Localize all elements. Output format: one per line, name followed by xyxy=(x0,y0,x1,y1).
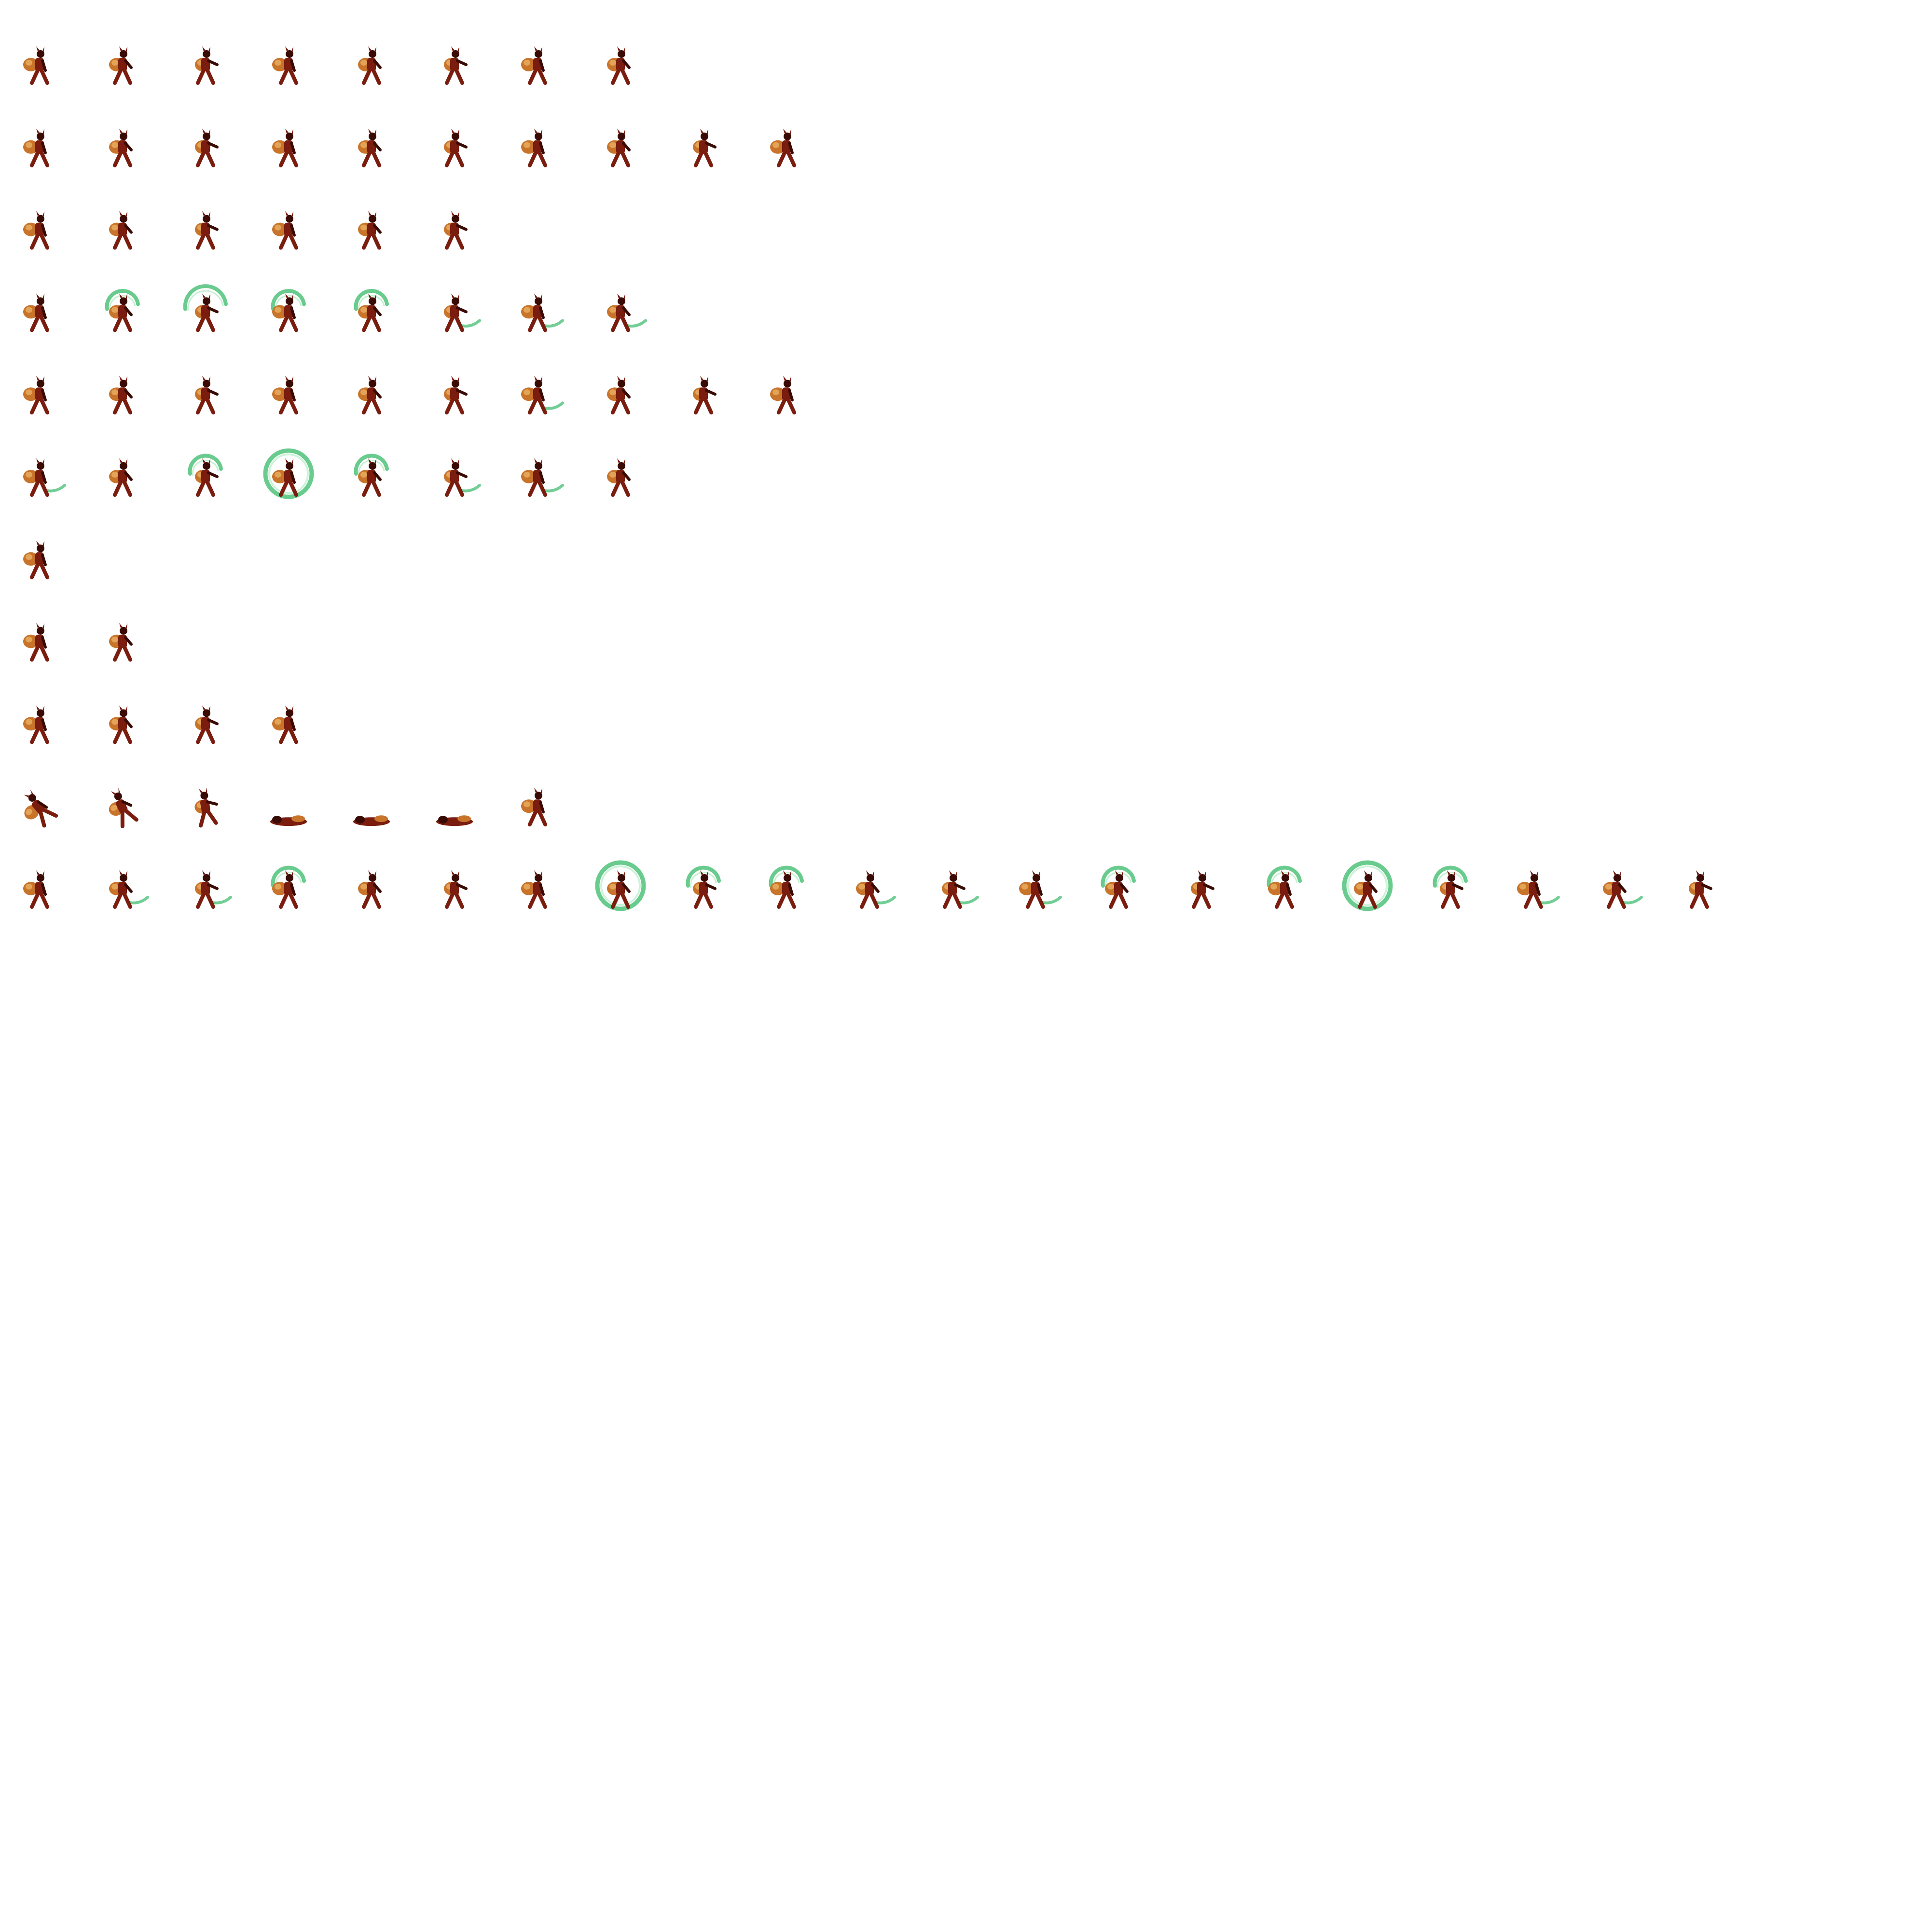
sprite-frame xyxy=(354,289,389,332)
sprite-row-air-attack xyxy=(23,284,647,332)
sprite-frame xyxy=(521,293,564,332)
sprite-frame xyxy=(109,787,138,828)
sprite-frame xyxy=(693,376,717,415)
sprite-canvas xyxy=(23,46,1712,911)
sprite-frame xyxy=(23,128,49,167)
sprite-frame xyxy=(693,128,717,167)
sprite-frame xyxy=(444,458,481,497)
sprite-frame xyxy=(607,293,647,332)
sprite-frame xyxy=(358,211,382,250)
sprite-row-stagger xyxy=(23,623,133,662)
sprite-frame xyxy=(521,870,547,909)
sprite-frame xyxy=(444,46,468,85)
sprite-frame xyxy=(263,448,314,499)
sprite-frame xyxy=(109,705,133,744)
sprite-frame xyxy=(23,376,49,415)
sprite-frame xyxy=(272,46,298,85)
sprite-sheet xyxy=(0,0,1930,1930)
sprite-frame xyxy=(607,458,631,497)
sprite-frame xyxy=(607,128,631,167)
sprite-frame xyxy=(23,540,49,579)
sprite-frame xyxy=(358,376,382,415)
sprite-frame xyxy=(271,289,306,332)
sprite-frame xyxy=(195,211,219,250)
sprite-frame xyxy=(353,815,390,826)
sprite-frame xyxy=(109,376,133,415)
sprite-frame xyxy=(24,789,58,828)
sprite-frame xyxy=(521,376,564,415)
sprite-frame xyxy=(194,787,218,828)
sprite-frame xyxy=(856,870,896,909)
sprite-frame xyxy=(109,128,133,167)
sprite-frame xyxy=(109,211,133,250)
sprite-row-run xyxy=(23,128,796,167)
sprite-frame xyxy=(23,705,49,744)
sprite-frame xyxy=(195,128,219,167)
sprite-frame xyxy=(436,815,473,826)
sprite-frame xyxy=(272,376,298,415)
sprite-frame xyxy=(607,46,631,85)
sprite-frame xyxy=(1101,865,1136,909)
sprite-frame xyxy=(23,293,49,332)
sprite-frame xyxy=(195,376,219,415)
sprite-frame xyxy=(1689,870,1712,909)
sprite-frame xyxy=(1267,865,1302,909)
sprite-frame xyxy=(444,128,468,167)
sprite-row-guard-turn xyxy=(23,376,796,415)
sprite-frame xyxy=(521,458,564,497)
sprite-frame xyxy=(358,870,382,909)
sprite-row-jump xyxy=(23,211,468,250)
sprite-frame xyxy=(195,46,219,85)
sprite-frame xyxy=(23,623,49,662)
sprite-frame xyxy=(109,623,133,662)
sprite-frame xyxy=(770,376,796,415)
sprite-frame xyxy=(444,376,468,415)
sprite-frame xyxy=(109,870,149,909)
sprite-frame xyxy=(109,458,133,497)
sprite-frame xyxy=(1019,870,1062,909)
sprite-row-slash xyxy=(23,448,631,499)
sprite-frame xyxy=(358,46,382,85)
sprite-frame xyxy=(109,46,133,85)
sprite-frame xyxy=(1433,865,1468,909)
sprite-frame xyxy=(272,211,298,250)
sprite-frame xyxy=(195,870,232,909)
sprite-frame xyxy=(23,870,49,909)
sprite-frame xyxy=(271,865,306,909)
sprite-row-walk xyxy=(23,705,298,744)
sprite-frame xyxy=(358,128,382,167)
sprite-frame xyxy=(521,788,547,827)
sprite-frame xyxy=(183,284,228,332)
sprite-frame xyxy=(23,46,49,85)
sprite-frame xyxy=(942,870,979,909)
sprite-frame xyxy=(1342,860,1393,911)
sprite-frame xyxy=(105,289,140,332)
sprite-frame xyxy=(769,865,804,909)
sprite-row-idle xyxy=(23,46,631,85)
sprite-row-knockdown xyxy=(24,787,547,828)
sprite-frame xyxy=(770,128,796,167)
sprite-frame xyxy=(1603,870,1643,909)
sprite-frame xyxy=(595,860,646,911)
sprite-frame xyxy=(188,453,223,497)
sprite-frame xyxy=(444,211,468,250)
sprite-row-hurt xyxy=(23,540,49,579)
sprite-frame xyxy=(444,870,468,909)
sprite-frame xyxy=(23,458,66,497)
sprite-frame xyxy=(1517,870,1560,909)
sprite-row-combo xyxy=(23,860,1712,911)
sprite-frame xyxy=(686,865,721,909)
sprite-frame xyxy=(23,211,49,250)
sprite-frame xyxy=(521,46,547,85)
sprite-frame xyxy=(1191,870,1214,909)
sprite-frame xyxy=(607,376,631,415)
sprite-frame xyxy=(272,705,298,744)
sprite-frame xyxy=(195,705,219,744)
sprite-frame xyxy=(270,815,307,826)
sprite-frame xyxy=(444,293,481,332)
sprite-frame xyxy=(272,128,298,167)
sprite-frame xyxy=(521,128,547,167)
sprite-frame xyxy=(354,453,389,497)
